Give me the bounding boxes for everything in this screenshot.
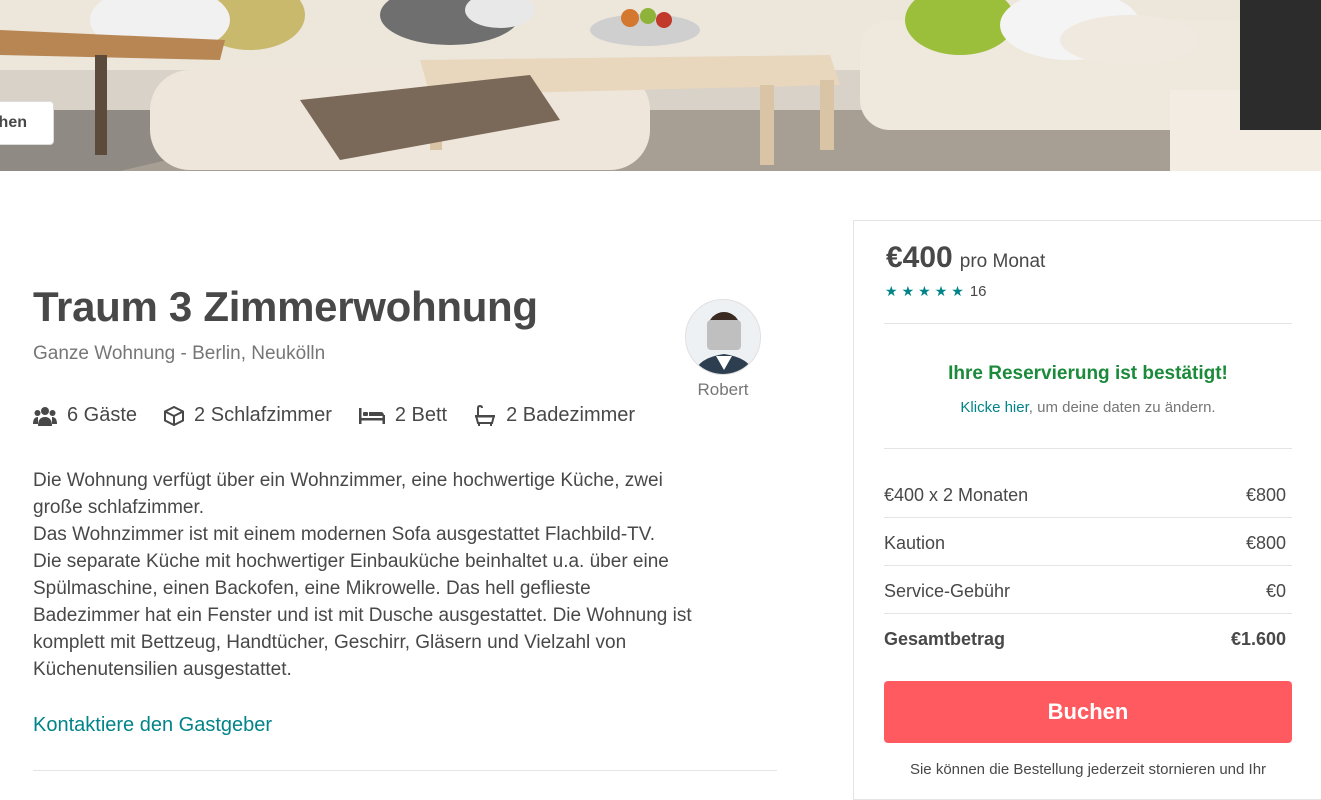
- host-name: Robert: [697, 380, 749, 399]
- star-icon: ★: [951, 283, 964, 299]
- guests-icon: [33, 406, 57, 426]
- star-icon: ★: [885, 283, 898, 299]
- amenity-label: 2 Bett: [394, 404, 448, 426]
- edit-reservation-link[interactable]: Klicke hier: [960, 399, 1028, 416]
- description-line: Das Wohnzimmer ist mit einem modernen So…: [33, 524, 655, 545]
- listing-description: Die Wohnung verfügt über ein Wohnzimmer,…: [33, 467, 783, 683]
- rating[interactable]: ★ ★ ★ ★ ★ 16: [885, 283, 987, 300]
- line-label: Gesamtbetrag: [884, 629, 1006, 649]
- price-value: €400: [886, 241, 953, 274]
- bathtub-icon: [475, 404, 496, 426]
- panel-divider: [884, 448, 1292, 449]
- line-value: €800: [1245, 533, 1286, 553]
- line-label: €400 x 2 Monaten: [884, 485, 1029, 505]
- host-avatar[interactable]: [685, 299, 761, 375]
- booking-panel: €400 pro Monat ★ ★ ★ ★ ★ 16 Ihre Reservi…: [853, 220, 1321, 800]
- amenities-row: 6 Gäste 2 Schlafzimmer 2 Bett 2 Badezimm…: [33, 404, 662, 427]
- amenity-bedrooms: 2 Schlafzimmer: [164, 404, 332, 427]
- hero-overlay-button[interactable]: hen: [0, 101, 54, 145]
- amenity-label: 6 Gäste: [67, 404, 138, 426]
- living-room-photo: [0, 0, 1321, 171]
- star-icon: ★: [934, 283, 948, 299]
- host-profile[interactable]: Robert: [684, 299, 762, 400]
- hero-image: hen: [0, 0, 1321, 171]
- cancellation-note: Sie können die Bestellung jederzeit stor…: [909, 761, 1267, 778]
- amenity-label: 2 Badezimmer: [506, 404, 636, 426]
- price-unit: pro Monat: [959, 251, 1046, 272]
- line-value: €800: [1245, 485, 1286, 505]
- edit-reservation-text: , um deine daten zu ändern.: [1028, 399, 1216, 416]
- description-line: Die separate Küche mit hochwertiger Einb…: [33, 551, 669, 572]
- panel-divider: [884, 613, 1292, 614]
- contact-host-link[interactable]: Kontaktiere den Gastgeber: [33, 714, 272, 737]
- description-line: große schlafzimmer.: [33, 497, 205, 518]
- hero-button-label: hen: [0, 114, 27, 131]
- price-line-total: Gesamtbetrag €1.600: [884, 629, 1286, 650]
- edit-reservation-hint: Klicke hier, um deine daten zu ändern.: [884, 399, 1292, 416]
- panel-divider: [884, 323, 1292, 324]
- description-line: Spülmaschine, einen Backofen, eine Mikro…: [33, 578, 591, 599]
- avatar-icon: [686, 300, 760, 374]
- reservation-confirmed-message: Ihre Reservierung ist bestätigt!: [948, 363, 1228, 384]
- panel-divider: [884, 565, 1292, 566]
- price-line-rent: €400 x 2 Monaten €800: [884, 485, 1286, 506]
- amenity-bathrooms: 2 Badezimmer: [474, 404, 635, 427]
- review-count: 16: [969, 283, 987, 300]
- star-icon: ★: [918, 283, 931, 299]
- price-line-deposit: Kaution €800: [884, 533, 1286, 554]
- amenity-guests: 6 Gäste: [33, 404, 137, 427]
- price-line-service-fee: Service-Gebühr €0: [884, 581, 1286, 602]
- amenity-beds: 2 Bett: [358, 404, 448, 427]
- description-line: Küchenutensilien ausgestattet.: [33, 659, 292, 680]
- description-line: Die Wohnung verfügt über ein Wohnzimmer,…: [33, 470, 663, 491]
- description-line: komplett mit Bettzeug, Handtücher, Gesch…: [33, 632, 627, 653]
- line-value: €0: [1265, 581, 1286, 601]
- price-row: €400 pro Monat: [886, 241, 1045, 275]
- cube-icon: [164, 405, 185, 426]
- panel-divider: [884, 517, 1292, 518]
- star-icon: ★: [901, 283, 915, 299]
- amenity-label: 2 Schlafzimmer: [194, 404, 332, 426]
- line-value: €1.600: [1230, 629, 1286, 649]
- description-line: Badezimmer hat ein Fenster und ist mit D…: [33, 605, 692, 626]
- book-button[interactable]: Buchen: [884, 681, 1292, 743]
- line-label: Kaution: [884, 533, 946, 553]
- line-label: Service-Gebühr: [884, 581, 1011, 601]
- listing-subtitle: Ganze Wohnung - Berlin, Neukölln: [33, 343, 326, 364]
- bed-icon: [358, 407, 385, 424]
- section-divider: [33, 770, 777, 771]
- listing-title: Traum 3 Zimmerwohnung: [33, 283, 538, 330]
